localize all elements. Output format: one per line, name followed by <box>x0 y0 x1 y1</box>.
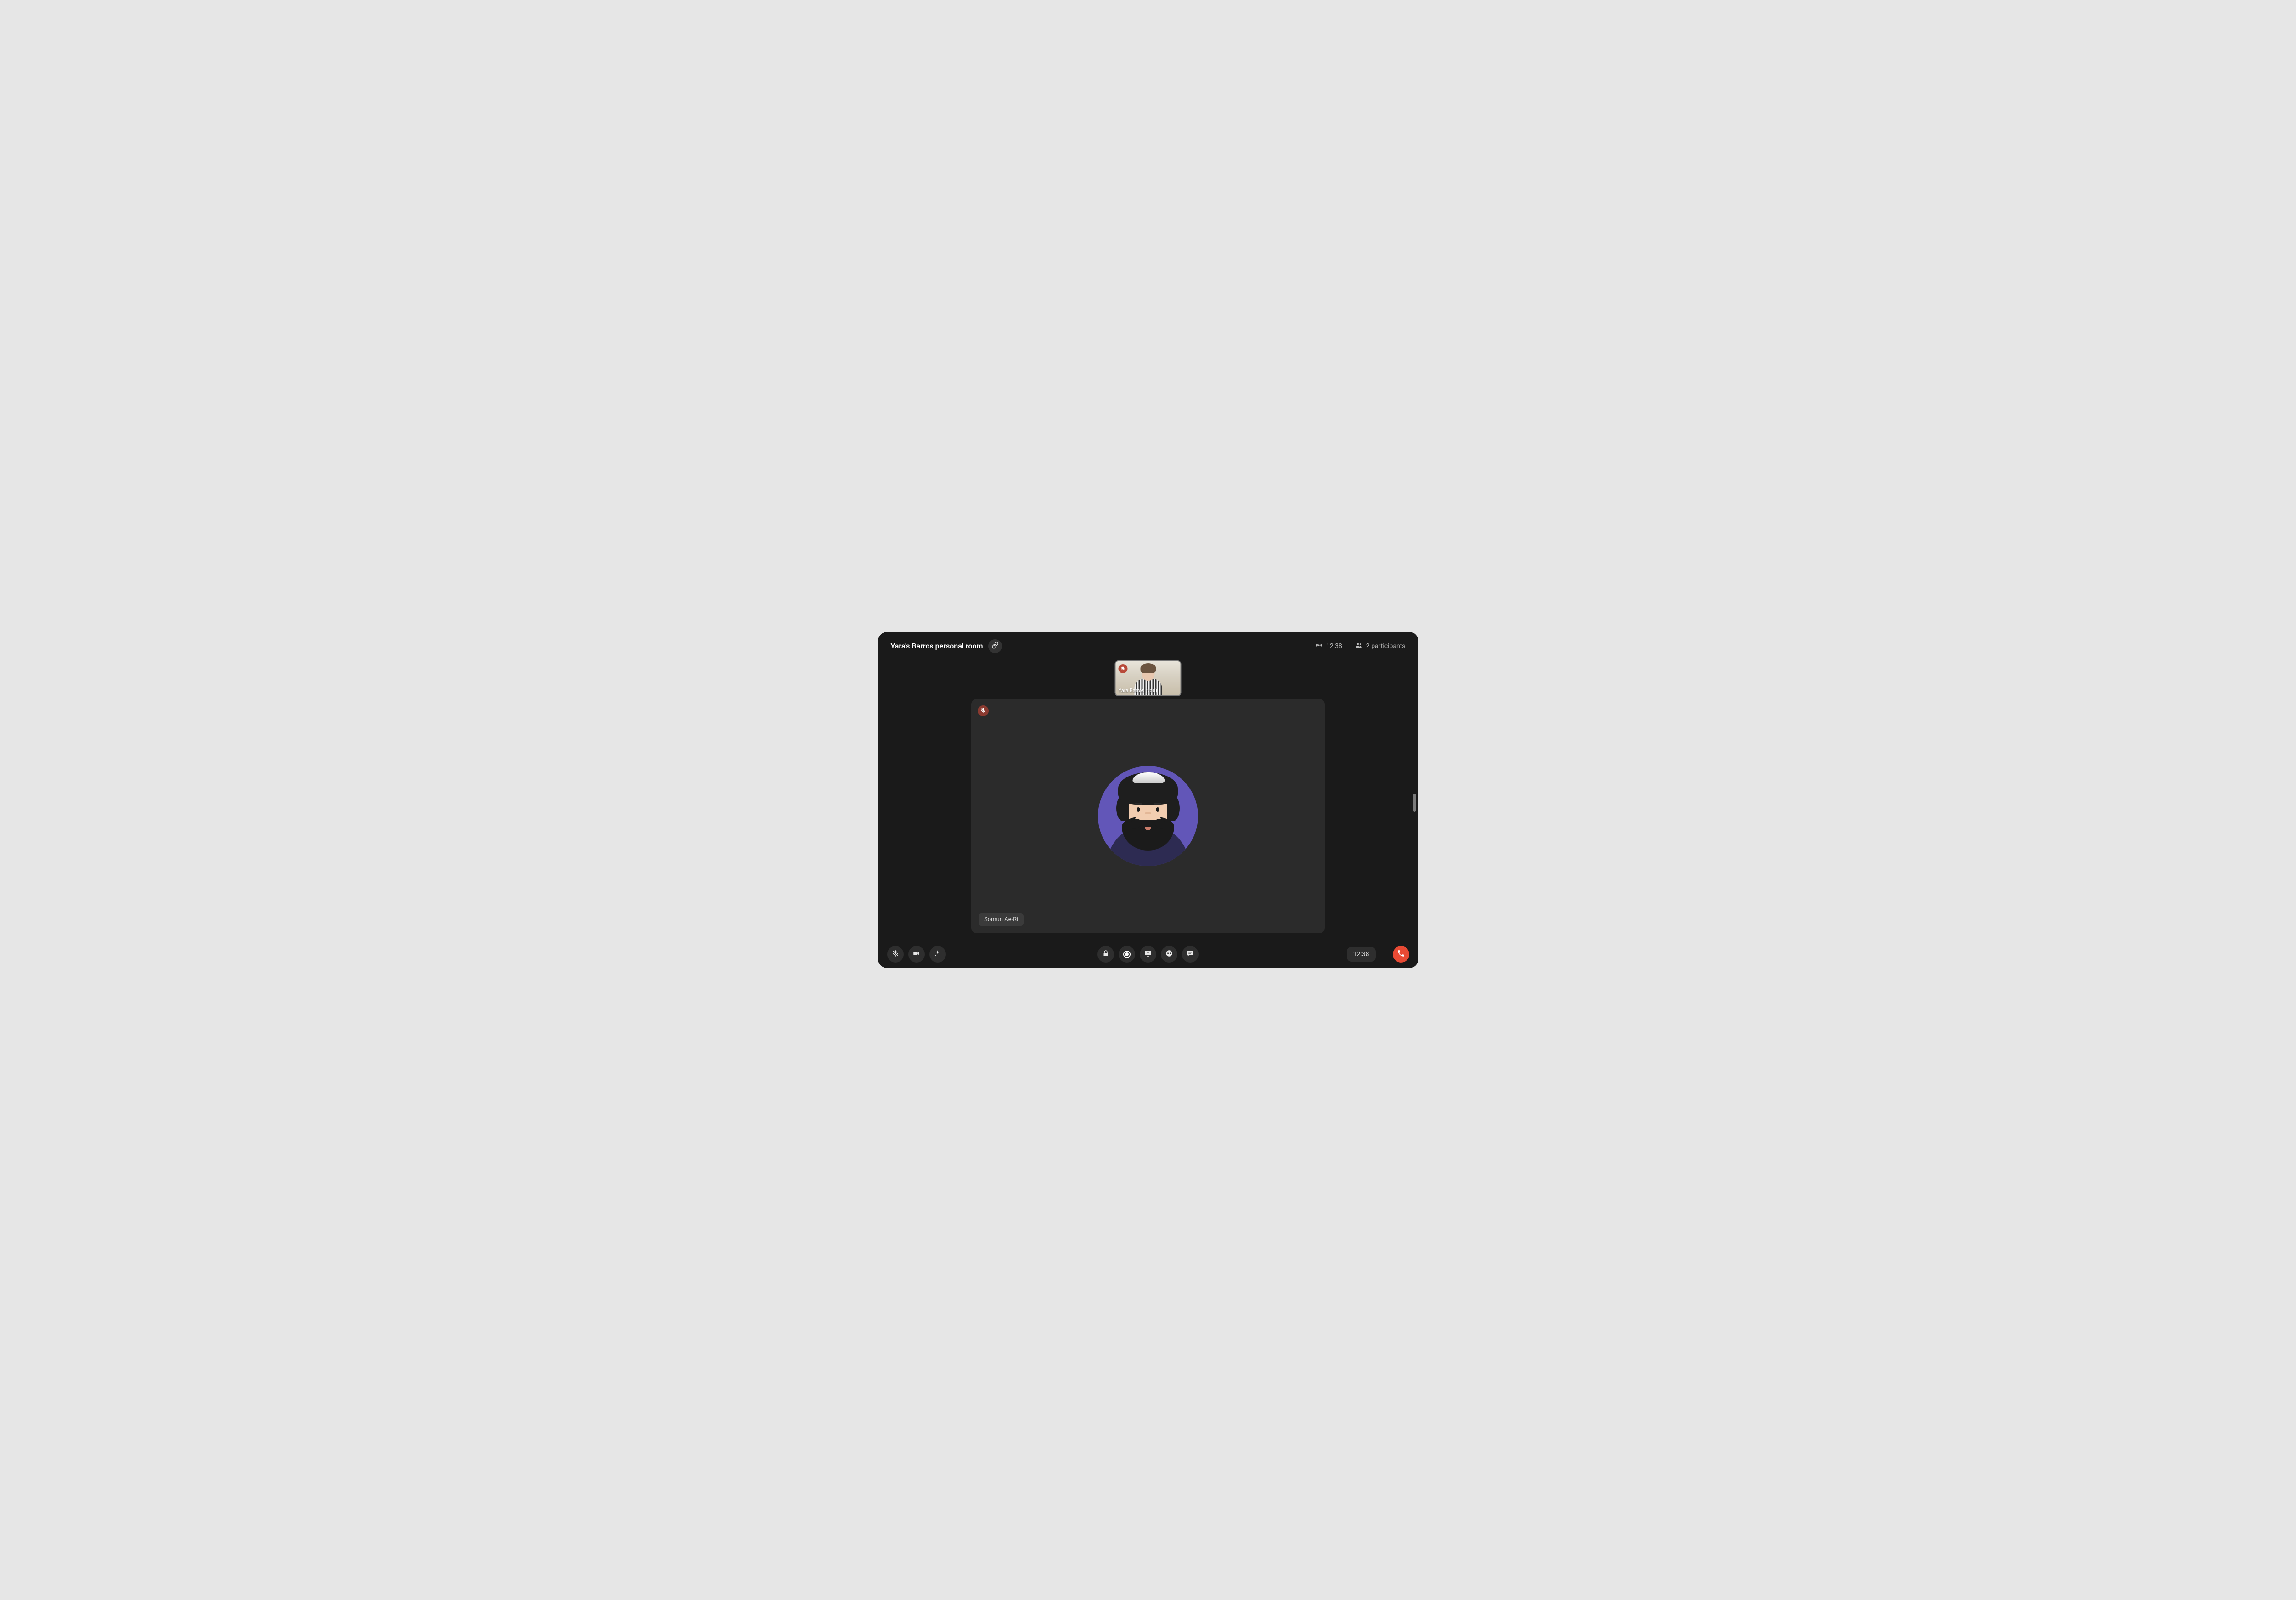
record-icon <box>1123 951 1131 958</box>
camera-icon <box>912 949 921 959</box>
header-left: Yara's Barros personal room <box>891 639 1002 653</box>
camera-toggle-button[interactable] <box>908 946 925 963</box>
main-participant-tile[interactable]: Somun Ae-Ri <box>971 699 1325 933</box>
header-right: 12:38 2 participants <box>1315 642 1406 651</box>
live-time-group: 12:38 <box>1315 642 1342 651</box>
share-screen-button[interactable] <box>1140 946 1156 963</box>
header-time: 12:38 <box>1326 642 1342 650</box>
participants-text: 2 participants <box>1366 642 1406 650</box>
effects-button[interactable] <box>929 946 946 963</box>
footer-bar: 12:38 <box>878 941 1418 968</box>
record-button[interactable] <box>1119 946 1135 963</box>
chat-icon <box>1186 949 1194 959</box>
footer-left <box>887 946 946 963</box>
call-duration: 12:38 <box>1347 947 1376 962</box>
layout-icon <box>1165 949 1173 959</box>
copy-link-button[interactable] <box>988 639 1002 653</box>
participants-icon <box>1355 642 1362 651</box>
footer-right: 12:38 <box>1347 946 1409 963</box>
participant-avatar <box>1098 766 1198 866</box>
self-video-thumbnail[interactable]: Yara Barros (you) <box>1115 660 1182 696</box>
sparkle-icon <box>934 949 942 959</box>
footer-center <box>1097 946 1199 963</box>
participants-group[interactable]: 2 participants <box>1355 642 1406 651</box>
layout-button[interactable] <box>1161 946 1177 963</box>
self-label: Yara Barros (you) <box>1119 687 1157 693</box>
participant-name-badge: Somun Ae-Ri <box>979 913 1024 926</box>
phone-hangup-icon <box>1397 949 1405 959</box>
lock-room-button[interactable] <box>1097 946 1114 963</box>
header-bar: Yara's Barros personal room <box>878 632 1418 660</box>
scrollbar-thumb[interactable] <box>1413 794 1416 812</box>
share-screen-icon <box>1144 949 1152 959</box>
end-call-button[interactable] <box>1393 946 1409 963</box>
video-call-window: Yara's Barros personal room <box>878 632 1418 968</box>
self-mic-muted-badge <box>1119 664 1128 673</box>
participant-mic-muted-badge <box>978 705 989 716</box>
room-title: Yara's Barros personal room <box>891 642 983 650</box>
chat-button[interactable] <box>1182 946 1199 963</box>
main-area: Yara Barros (you) <box>878 660 1418 941</box>
mic-muted-icon <box>980 707 986 715</box>
mic-muted-icon <box>891 949 900 959</box>
lock-icon <box>1102 949 1110 959</box>
mic-muted-icon <box>1120 665 1126 673</box>
microphone-toggle-button[interactable] <box>887 946 904 963</box>
live-icon <box>1315 642 1322 651</box>
link-icon <box>991 642 999 651</box>
